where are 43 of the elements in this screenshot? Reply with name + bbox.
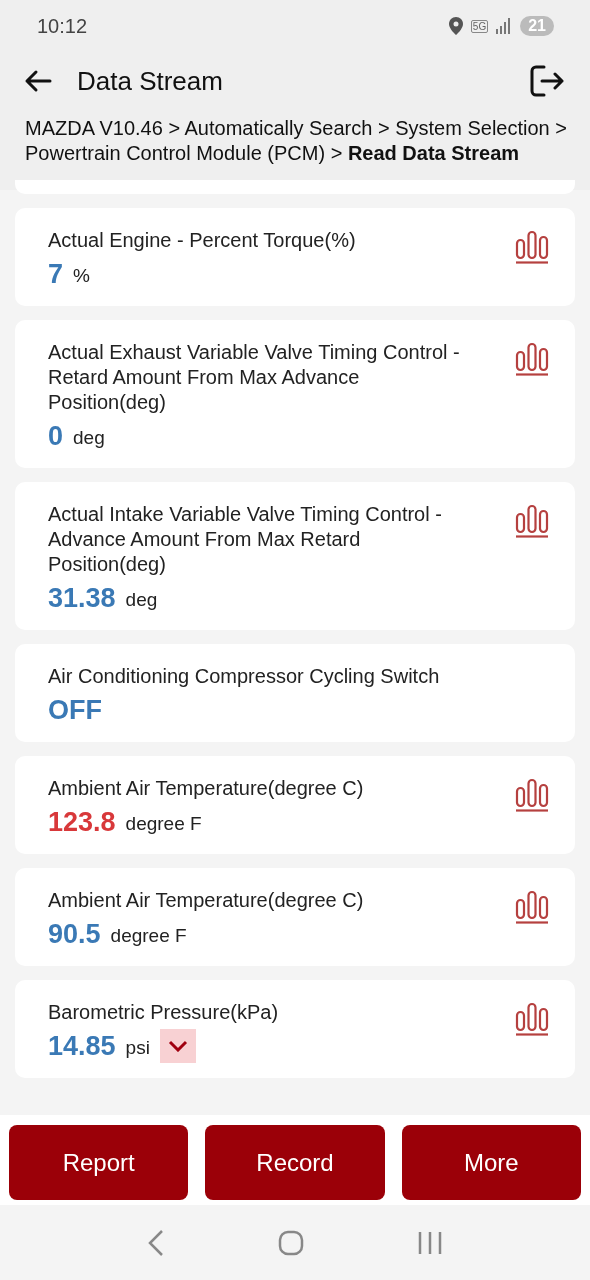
item-name: Ambient Air Temperature(degree C) bbox=[48, 888, 365, 913]
unit-dropdown-button[interactable] bbox=[159, 1029, 196, 1063]
item-name: Actual Intake Variable Valve Timing Control - Advance Amount From Max Retard Position(deg) bbox=[48, 502, 443, 577]
item-name: Air Conditioning Compressor Cycling Switch bbox=[48, 664, 441, 689]
item-unit: degree F bbox=[110, 924, 187, 947]
item-value: OFF bbox=[48, 694, 102, 726]
network-type: 5G bbox=[470, 19, 489, 33]
action-button[interactable]: More bbox=[401, 1125, 581, 1200]
home-nav-icon[interactable] bbox=[278, 1229, 304, 1256]
item-value: 0 bbox=[48, 420, 64, 452]
item-unit: deg bbox=[73, 426, 105, 449]
item-value: 7 bbox=[48, 258, 64, 290]
bar-chart-icon[interactable] bbox=[515, 504, 549, 538]
location-icon bbox=[448, 17, 463, 35]
back-arrow-icon[interactable] bbox=[24, 69, 52, 93]
screen-title: Data Stream bbox=[77, 65, 224, 97]
bar-chart-icon[interactable] bbox=[515, 778, 549, 812]
item-name: Actual Exhaust Variable Valve Timing Control - Retard Amount From Max Advance Position(deg) bbox=[48, 340, 461, 415]
breadcrumb: MAZDA V10.46 > Automatically Search > System Selection > Powertrain Control Module (PCM) > Read Data Stream bbox=[25, 116, 568, 166]
item-name: Barometric Pressure(kPa) bbox=[48, 1000, 280, 1025]
status-time: 10:12 bbox=[37, 14, 88, 38]
bar-chart-icon[interactable] bbox=[515, 890, 549, 924]
caret-icon bbox=[167, 1040, 188, 1052]
battery-level: 21 bbox=[520, 16, 554, 36]
item-unit: psi bbox=[125, 1036, 150, 1059]
bar-chart-icon[interactable] bbox=[515, 230, 549, 264]
item-value: 123.8 bbox=[48, 806, 116, 838]
item-unit: % bbox=[73, 264, 90, 287]
item-unit: deg bbox=[125, 588, 158, 611]
recents-nav-icon[interactable] bbox=[417, 1230, 444, 1255]
action-button[interactable]: Record bbox=[205, 1125, 385, 1200]
action-button[interactable]: Report bbox=[9, 1125, 189, 1200]
signal-icon bbox=[496, 18, 513, 34]
item-value: 14.85 bbox=[48, 1030, 116, 1062]
item-name: Actual Engine - Percent Torque(%) bbox=[48, 228, 357, 253]
item-value: 31.38 bbox=[48, 582, 116, 614]
bar-chart-icon[interactable] bbox=[515, 1002, 549, 1036]
bar-chart-icon[interactable] bbox=[515, 342, 549, 376]
item-value: 90.5 bbox=[48, 918, 101, 950]
item-name: Ambient Air Temperature(degree C) bbox=[48, 776, 365, 801]
item-unit: degree F bbox=[125, 812, 202, 835]
exit-icon[interactable] bbox=[530, 65, 564, 97]
back-nav-icon[interactable] bbox=[146, 1228, 165, 1257]
